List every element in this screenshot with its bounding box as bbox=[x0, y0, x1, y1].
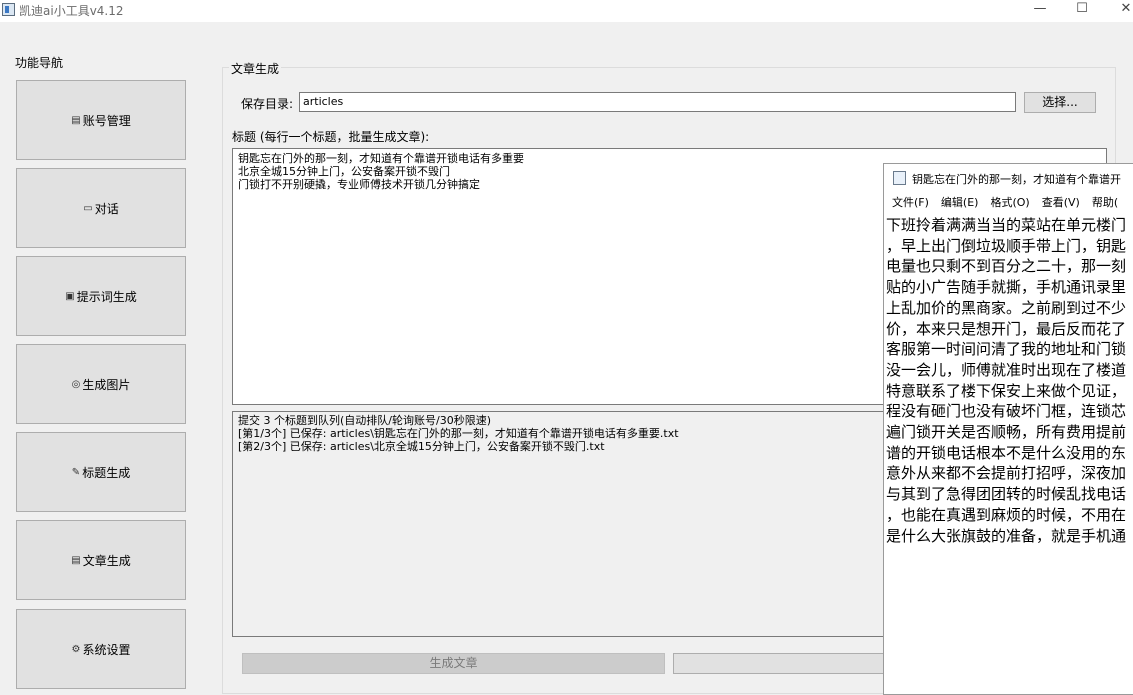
notepad-line: 价，本来只是想开门，最后反而花了 bbox=[886, 319, 1127, 338]
nav-button-settings[interactable]: ⚙ 系统设置 bbox=[16, 609, 186, 689]
nav-button-label: 生成图片 bbox=[82, 377, 131, 392]
menu-edit[interactable]: 编辑(E) bbox=[941, 194, 979, 214]
notepad-line: 与其到了急得团团转的时候乱找电话 bbox=[886, 485, 1127, 504]
maximize-button[interactable]: ☐ bbox=[1060, 0, 1104, 20]
notepad-line: 谱的开锁电话根本不是什么没用的东 bbox=[886, 443, 1127, 462]
menu-file[interactable]: 文件(F) bbox=[892, 194, 929, 214]
notepad-line: 上乱加价的黑商家。之前刷到过不少 bbox=[886, 298, 1127, 317]
menu-help[interactable]: 帮助( bbox=[1092, 194, 1118, 214]
browse-button[interactable]: 选择... bbox=[1024, 92, 1096, 113]
nav-button-label: 对话 bbox=[94, 201, 119, 216]
notepad-line: 程没有砸门也没有破坏门框，连锁芯 bbox=[886, 402, 1127, 421]
close-button[interactable]: ✕ bbox=[1104, 0, 1133, 20]
nav-button-prompt[interactable]: ▣ 提示词生成 bbox=[16, 256, 186, 336]
titles-label: 标题 (每行一个标题，批量生成文章): bbox=[232, 130, 430, 144]
minimize-button[interactable]: — bbox=[1018, 0, 1062, 20]
palette-icon: ◎ bbox=[71, 378, 81, 390]
nav-button-label: 提示词生成 bbox=[76, 289, 137, 304]
nav-button-image[interactable]: ◎ 生成图片 bbox=[16, 344, 186, 424]
document-icon: ▤ bbox=[71, 554, 81, 566]
notepad-icon bbox=[893, 171, 906, 185]
notepad-line: ，也能在真遇到麻烦的时候，不用在 bbox=[886, 505, 1127, 524]
nav-button-label: 账号管理 bbox=[82, 113, 131, 128]
notepad-line: 电量也只剩不到百分之二十，那一刻 bbox=[886, 257, 1127, 276]
notepad-line: 特意联系了楼下保安上来做个见证， bbox=[886, 381, 1127, 400]
nav-button-label: 标题生成 bbox=[82, 465, 131, 480]
chat-icon: ▭ bbox=[83, 202, 93, 214]
nav-title: 功能导航 bbox=[15, 56, 64, 70]
prompt-icon: ▣ bbox=[65, 290, 75, 302]
nav-button-chat[interactable]: ▭ 对话 bbox=[16, 168, 186, 248]
notepad-line: 是什么大张旗鼓的准备，就是手机通 bbox=[886, 526, 1127, 545]
window-title: 凯迪ai小工具v4.12 bbox=[19, 4, 124, 18]
save-dir-label: 保存目录: bbox=[241, 97, 294, 111]
window-titlebar bbox=[0, 0, 1133, 22]
nav-button-label: 文章生成 bbox=[82, 553, 131, 568]
notepad-line: ，早上出门倒垃圾顺手带上门，钥匙 bbox=[886, 236, 1127, 255]
save-dir-input[interactable]: articles bbox=[299, 92, 1016, 112]
notepad-line: 没一会儿，师傅就准时出现在了楼道 bbox=[886, 360, 1127, 379]
account-icon: ▤ bbox=[71, 114, 81, 126]
menu-format[interactable]: 格式(O) bbox=[990, 194, 1029, 214]
app-icon bbox=[2, 3, 15, 16]
nav-button-label: 系统设置 bbox=[82, 642, 131, 657]
notepad-menubar: 文件(F) 编辑(E) 格式(O) 查看(V) 帮助( bbox=[884, 194, 1133, 214]
nav-button-account[interactable]: ▤ 账号管理 bbox=[16, 80, 186, 160]
menu-view[interactable]: 查看(V) bbox=[1042, 194, 1080, 214]
notepad-line: 意外从来都不会提前打招呼，深夜加 bbox=[886, 464, 1127, 483]
notepad-line: 遍门锁开关是否顺畅，所有费用提前 bbox=[886, 423, 1127, 442]
pin-icon: ✎ bbox=[71, 466, 81, 478]
notepad-title: 钥匙忘在门外的那一刻，才知道有个靠谱开 bbox=[912, 173, 1121, 186]
notepad-window[interactable]: 钥匙忘在门外的那一刻，才知道有个靠谱开 文件(F) 编辑(E) 格式(O) 查看… bbox=[883, 163, 1133, 695]
group-title: 文章生成 bbox=[229, 60, 282, 77]
notepad-text-area[interactable]: 下班拎着满满当当的菜站在单元楼门 ，早上出门倒垃圾顺手带上门，钥匙 电量也只剩不… bbox=[886, 215, 1133, 694]
nav-button-title-gen[interactable]: ✎ 标题生成 bbox=[16, 432, 186, 512]
notepad-line: 下班拎着满满当当的菜站在单元楼门 bbox=[886, 216, 1127, 234]
notepad-line: 客服第一时间问清了我的地址和门锁 bbox=[886, 340, 1127, 359]
nav-button-article-gen[interactable]: ▤ 文章生成 bbox=[16, 520, 186, 600]
generate-article-button[interactable]: 生成文章 bbox=[242, 653, 665, 674]
gear-icon: ⚙ bbox=[71, 643, 81, 655]
notepad-line: 贴的小广告随手就撕，手机通讯录里 bbox=[886, 278, 1127, 297]
